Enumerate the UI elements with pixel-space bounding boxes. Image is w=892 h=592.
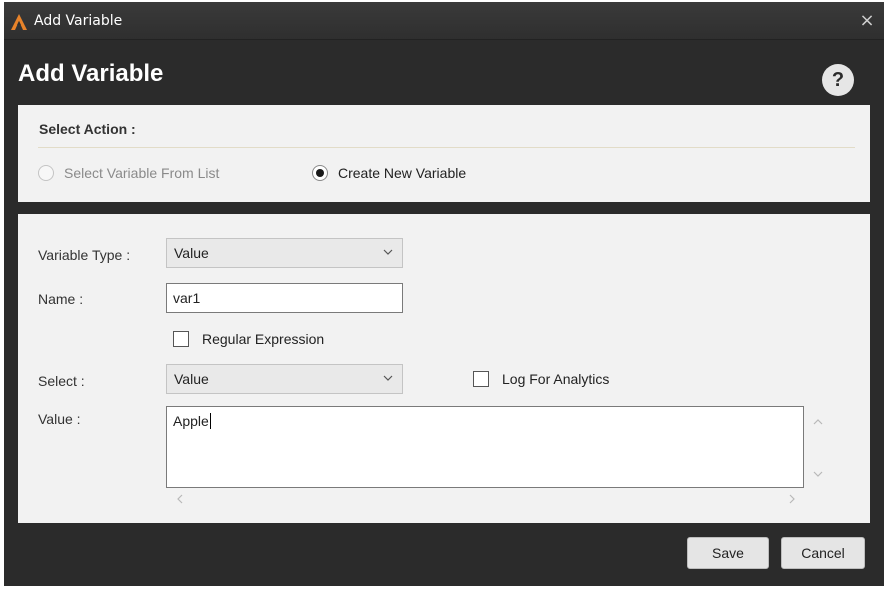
help-icon[interactable]: ?	[822, 64, 854, 96]
app-logo-icon	[11, 14, 27, 30]
variable-form-panel: Variable Type : Value Name : var1 Regula…	[18, 214, 870, 523]
radio-button[interactable]	[312, 165, 328, 181]
chevron-down-icon	[383, 375, 393, 381]
save-button[interactable]: Save	[687, 537, 769, 569]
scroll-right-icon[interactable]	[785, 492, 799, 506]
radio-select-variable-from-list[interactable]: Select Variable From List	[38, 163, 219, 183]
scroll-down-icon[interactable]	[811, 467, 825, 481]
value-textarea[interactable]: Apple	[166, 406, 804, 488]
close-button[interactable]: ×	[856, 10, 878, 32]
dialog-heading: Add Variable	[18, 60, 164, 87]
scroll-up-icon[interactable]	[811, 415, 825, 429]
scroll-left-icon[interactable]	[173, 492, 187, 506]
checkbox-label: Log For Analytics	[502, 371, 610, 387]
value-source-select[interactable]: Value	[166, 364, 403, 394]
radio-create-new-variable[interactable]: Create New Variable	[312, 163, 466, 183]
name-input[interactable]: var1	[166, 283, 403, 313]
checkbox-box[interactable]	[473, 371, 489, 387]
regular-expression-checkbox[interactable]: Regular Expression	[173, 329, 324, 349]
value-text: Apple	[173, 413, 209, 429]
value-label: Value :	[38, 411, 81, 427]
divider	[38, 147, 855, 148]
cancel-button[interactable]: Cancel	[781, 537, 865, 569]
select-action-panel: Select Action : Select Variable From Lis…	[18, 105, 870, 202]
select-label: Select :	[38, 373, 85, 389]
name-label: Name :	[38, 291, 84, 307]
radio-button[interactable]	[38, 165, 54, 181]
select-value: Value	[174, 371, 209, 387]
chevron-down-icon	[383, 249, 393, 255]
window-title: Add Variable	[34, 13, 123, 29]
select-action-title: Select Action :	[39, 121, 136, 137]
add-variable-window: Add Variable × Add Variable ? Select Act…	[4, 2, 884, 586]
log-for-analytics-checkbox[interactable]: Log For Analytics	[473, 369, 609, 389]
radio-label: Select Variable From List	[64, 165, 220, 181]
text-caret	[209, 413, 211, 429]
checkbox-box[interactable]	[173, 331, 189, 347]
variable-type-select[interactable]: Value	[166, 238, 403, 268]
title-bar[interactable]: Add Variable ×	[4, 2, 884, 40]
variable-type-label: Variable Type :	[38, 247, 131, 263]
radio-label: Create New Variable	[338, 165, 467, 181]
checkbox-label: Regular Expression	[202, 331, 325, 347]
variable-type-value: Value	[174, 245, 209, 261]
